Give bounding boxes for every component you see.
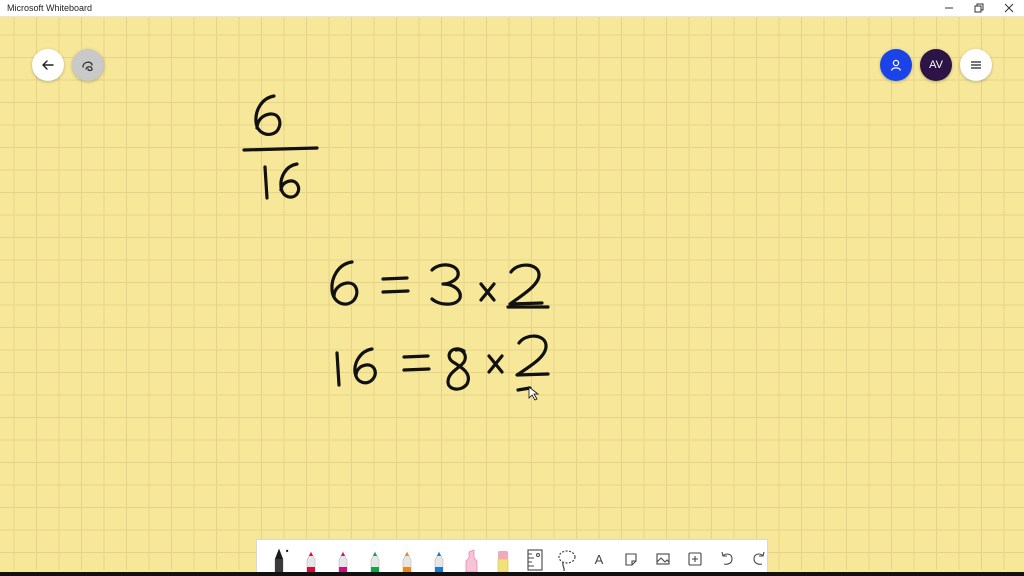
undo-button[interactable] (711, 540, 743, 572)
taskbar-strip (0, 572, 1024, 576)
eraser-tool[interactable] (487, 540, 519, 572)
ink-shape-icon (82, 61, 93, 72)
invite-button[interactable] (880, 49, 912, 81)
image-tool[interactable] (647, 540, 679, 572)
ink-eq2-times (487, 354, 504, 374)
hamburger-icon (971, 61, 981, 69)
ink-fraction-denominator-1 (263, 165, 269, 200)
pen-blue-tool[interactable] (423, 540, 455, 572)
ink-eq2-one (335, 351, 341, 387)
ink-eq2-equals (402, 354, 431, 372)
lasso-icon (558, 550, 576, 572)
ink-fraction-bar (242, 146, 319, 152)
ink-eq1-times (479, 282, 496, 302)
cursor-icon (528, 386, 540, 401)
pen-orange-tool[interactable] (391, 540, 423, 572)
eraser-icon (497, 551, 509, 572)
plus-box-icon (688, 552, 702, 566)
highlighter-tool[interactable] (455, 540, 487, 572)
note-tool[interactable] (615, 540, 647, 572)
sticky-note-icon (625, 553, 637, 566)
lasso-select-tool[interactable] (551, 540, 583, 572)
highlighter-icon (465, 549, 478, 572)
back-button[interactable] (32, 49, 64, 81)
pen-orange-icon (402, 551, 412, 572)
person-icon (890, 59, 902, 71)
pen-red-icon (306, 551, 316, 572)
ruler-tool[interactable] (519, 540, 551, 572)
inking-toolbar: A (256, 539, 768, 572)
undo-icon (721, 551, 733, 565)
pen-magenta-icon (338, 551, 348, 572)
ruler-icon (527, 549, 543, 571)
text-tool[interactable]: A (583, 540, 615, 572)
pen-red-tool[interactable] (295, 540, 327, 572)
text-icon: A (594, 551, 604, 567)
insert-tool[interactable] (679, 540, 711, 572)
ink-eq2-two (515, 334, 550, 377)
ink-eq2-underline (516, 386, 532, 392)
ink-fraction-denominator-6 (279, 162, 301, 199)
pen-green-icon (370, 551, 380, 572)
avatar-initials: AV (929, 59, 943, 71)
ink-fraction-numerator (254, 94, 282, 136)
ink-beautify-button[interactable] (72, 49, 104, 81)
arrow-left-icon (42, 60, 54, 70)
image-icon (656, 553, 670, 565)
ink-eq1-six (330, 260, 359, 306)
redo-button[interactable] (743, 540, 775, 572)
ink-eq1-three (430, 263, 462, 306)
pen-blue-icon (434, 551, 444, 572)
avatar[interactable]: AV (920, 49, 952, 81)
ink-eq1-equals (381, 276, 410, 294)
ink-eq1-two (508, 263, 544, 306)
pen-magenta-tool[interactable] (327, 540, 359, 572)
redo-icon (753, 551, 765, 565)
ink-eq2-eight (446, 347, 470, 391)
pen-black-icon (274, 548, 289, 572)
ink-eq2-six (353, 347, 377, 385)
ink-layer (242, 94, 550, 401)
settings-menu-button[interactable] (960, 49, 992, 81)
pen-black-tool[interactable] (263, 540, 295, 572)
pen-green-tool[interactable] (359, 540, 391, 572)
